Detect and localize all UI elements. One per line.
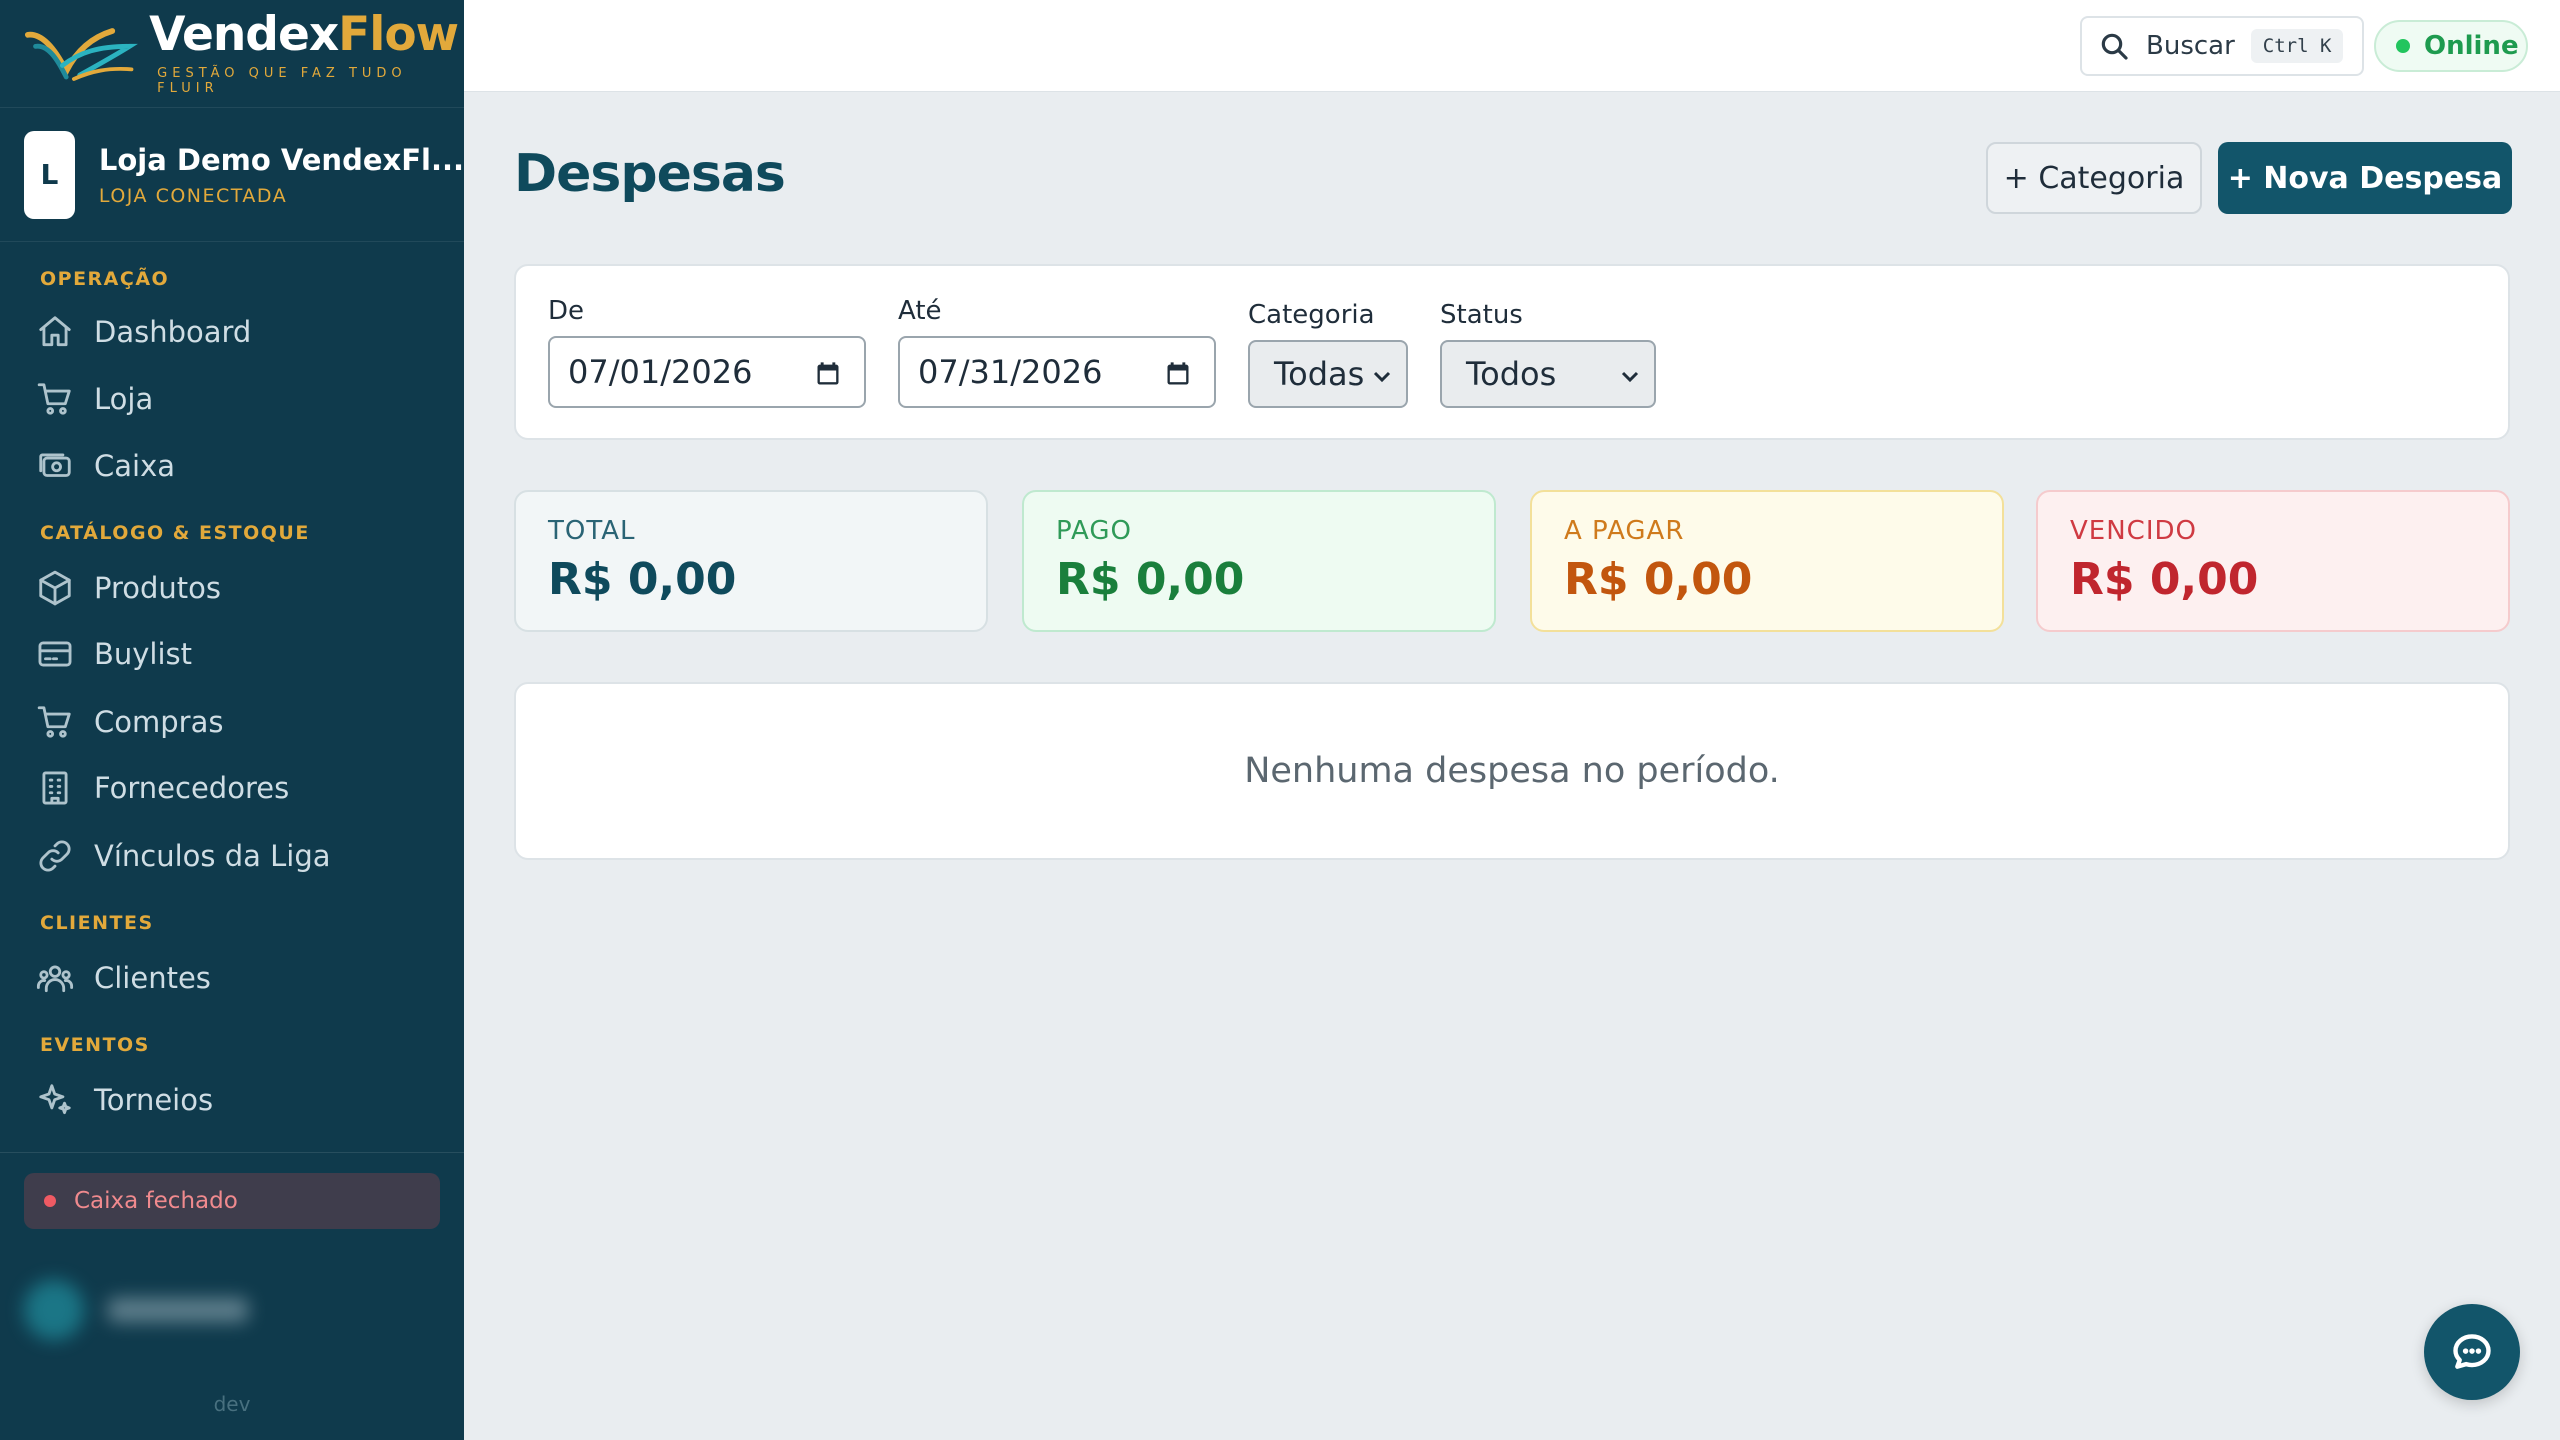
empty-message: Nenhuma despesa no período. — [1244, 751, 1780, 791]
sidebar-item-label: Caixa — [94, 449, 176, 483]
sidebar-item-clientes[interactable]: Clientes — [36, 950, 436, 1006]
chevron-down-icon — [1373, 371, 1391, 383]
section-eventos: EVENTOS — [40, 1034, 150, 1056]
sidebar-item-torneios[interactable]: Torneios — [36, 1072, 436, 1128]
search-button[interactable]: Buscar Ctrl K — [2080, 16, 2364, 76]
status-select[interactable]: Todos — [1440, 340, 1656, 408]
user-name-blurred — [108, 1298, 248, 1322]
sidebar-item-label: Vínculos da Liga — [94, 839, 331, 873]
brand-name-part2: Flow — [338, 7, 459, 62]
topbar: Buscar Ctrl K Online — [464, 0, 2560, 92]
calendar-icon[interactable] — [814, 360, 842, 388]
store-avatar: L — [24, 130, 75, 219]
sparkle-icon — [39, 1084, 71, 1115]
search-icon — [2101, 33, 2128, 60]
cash-icon — [39, 453, 71, 477]
sidebar-item-label: Clientes — [94, 961, 211, 995]
sidebar-item-loja[interactable]: Loja — [36, 371, 436, 427]
section-operacao: OPERAÇÃO — [40, 268, 170, 290]
link-icon — [39, 840, 71, 872]
sidebar-item-label: Fornecedores — [94, 771, 290, 805]
from-date-input[interactable]: 07/01/2026 — [548, 336, 866, 408]
brand-tagline: GESTÃO QUE FAZ TUDO FLUIR — [157, 66, 407, 96]
section-catalogo: CATÁLOGO & ESTOQUE — [40, 522, 310, 544]
from-label: De — [548, 296, 585, 326]
summary-card-pago: PAGO R$ 0,00 — [1022, 490, 1496, 632]
sidebar-item-vinculos[interactable]: Vínculos da Liga — [36, 828, 436, 884]
sidebar-divider — [0, 1152, 464, 1153]
summary-label: VENCIDO — [2070, 516, 2197, 546]
search-shortcut: Ctrl K — [2250, 29, 2344, 63]
empty-state: Nenhuma despesa no período. — [514, 682, 2510, 860]
sidebar-item-produtos[interactable]: Produtos — [36, 560, 436, 616]
summary-value: R$ 0,00 — [1056, 554, 1245, 605]
search-label: Buscar — [2146, 31, 2235, 61]
add-category-button[interactable]: + Categoria — [1986, 142, 2202, 214]
brand-logo[interactable]: VendexFlow GESTÃO QUE FAZ TUDO FLUIR — [0, 0, 464, 108]
page-title: Despesas — [514, 144, 786, 204]
summary-card-total: TOTAL R$ 0,00 — [514, 490, 988, 632]
sidebar-item-label: Loja — [94, 382, 154, 416]
to-date-value: 07/31/2026 — [918, 353, 1103, 391]
user-profile[interactable] — [24, 1270, 440, 1350]
summary-card-vencido: VENCIDO R$ 0,00 — [2036, 490, 2510, 632]
sidebar-item-label: Buylist — [94, 637, 193, 671]
category-value: Todas — [1274, 355, 1365, 393]
summary-label: PAGO — [1056, 516, 1132, 546]
summary-card-a-pagar: A PAGAR R$ 0,00 — [1530, 490, 2004, 632]
home-icon — [39, 316, 71, 347]
chevron-down-icon — [1621, 371, 1639, 383]
cash-status-badge[interactable]: Caixa fechado — [24, 1173, 440, 1229]
summary-label: TOTAL — [548, 516, 636, 546]
card-icon — [38, 641, 72, 667]
store-switcher[interactable]: L Loja Demo VendexFl... LOJA CONECTADA — [0, 108, 464, 242]
from-date-value: 07/01/2026 — [568, 353, 753, 391]
status-dot — [44, 1195, 56, 1207]
sidebar-item-caixa[interactable]: Caixa — [36, 438, 436, 494]
to-date-input[interactable]: 07/31/2026 — [898, 336, 1216, 408]
chat-button[interactable] — [2424, 1304, 2520, 1400]
category-label: Categoria — [1248, 300, 1375, 330]
section-clientes: CLIENTES — [40, 912, 154, 934]
sidebar-item-label: Dashboard — [94, 315, 252, 349]
status-label: Status — [1440, 300, 1523, 330]
sidebar: VendexFlow GESTÃO QUE FAZ TUDO FLUIR L L… — [0, 0, 464, 1440]
box-icon — [39, 570, 71, 606]
cash-status-text: Caixa fechado — [74, 1188, 238, 1214]
summary-value: R$ 0,00 — [1564, 554, 1753, 605]
to-label: Até — [898, 296, 942, 326]
sidebar-item-fornecedores[interactable]: Fornecedores — [36, 760, 436, 816]
sidebar-item-compras[interactable]: Compras — [36, 694, 436, 750]
cart-icon — [37, 383, 71, 415]
summary-value: R$ 0,00 — [548, 554, 737, 605]
sidebar-item-label: Torneios — [94, 1083, 214, 1117]
sidebar-item-dashboard[interactable]: Dashboard — [36, 304, 436, 360]
status-dot — [2396, 39, 2410, 53]
logo-icon — [24, 27, 138, 81]
status-value: Todos — [1466, 355, 1557, 393]
calendar-icon[interactable] — [1164, 360, 1192, 388]
sidebar-item-buylist[interactable]: Buylist — [36, 626, 436, 682]
store-status: LOJA CONECTADA — [98, 184, 288, 207]
environment-label: dev — [213, 1392, 251, 1416]
summary-label: A PAGAR — [1564, 516, 1685, 546]
sidebar-item-label: Produtos — [94, 571, 222, 605]
connection-status-text: Online — [2424, 31, 2519, 61]
avatar — [24, 1280, 84, 1340]
building-icon — [42, 771, 68, 805]
new-expense-button[interactable]: + Nova Despesa — [2218, 142, 2512, 214]
brand-name-part1: Vendex — [149, 7, 339, 62]
store-name: Loja Demo VendexFl... — [98, 142, 464, 177]
summary-value: R$ 0,00 — [2070, 554, 2259, 605]
connection-status-badge: Online — [2374, 20, 2528, 72]
filters-panel: De 07/01/2026 Até 07/31/2026 Categoria T… — [514, 264, 2510, 440]
chat-icon — [2453, 1334, 2491, 1369]
category-select[interactable]: Todas — [1248, 340, 1408, 408]
cart-icon — [37, 706, 71, 738]
sidebar-item-label: Compras — [94, 705, 224, 739]
users-icon — [36, 965, 74, 993]
